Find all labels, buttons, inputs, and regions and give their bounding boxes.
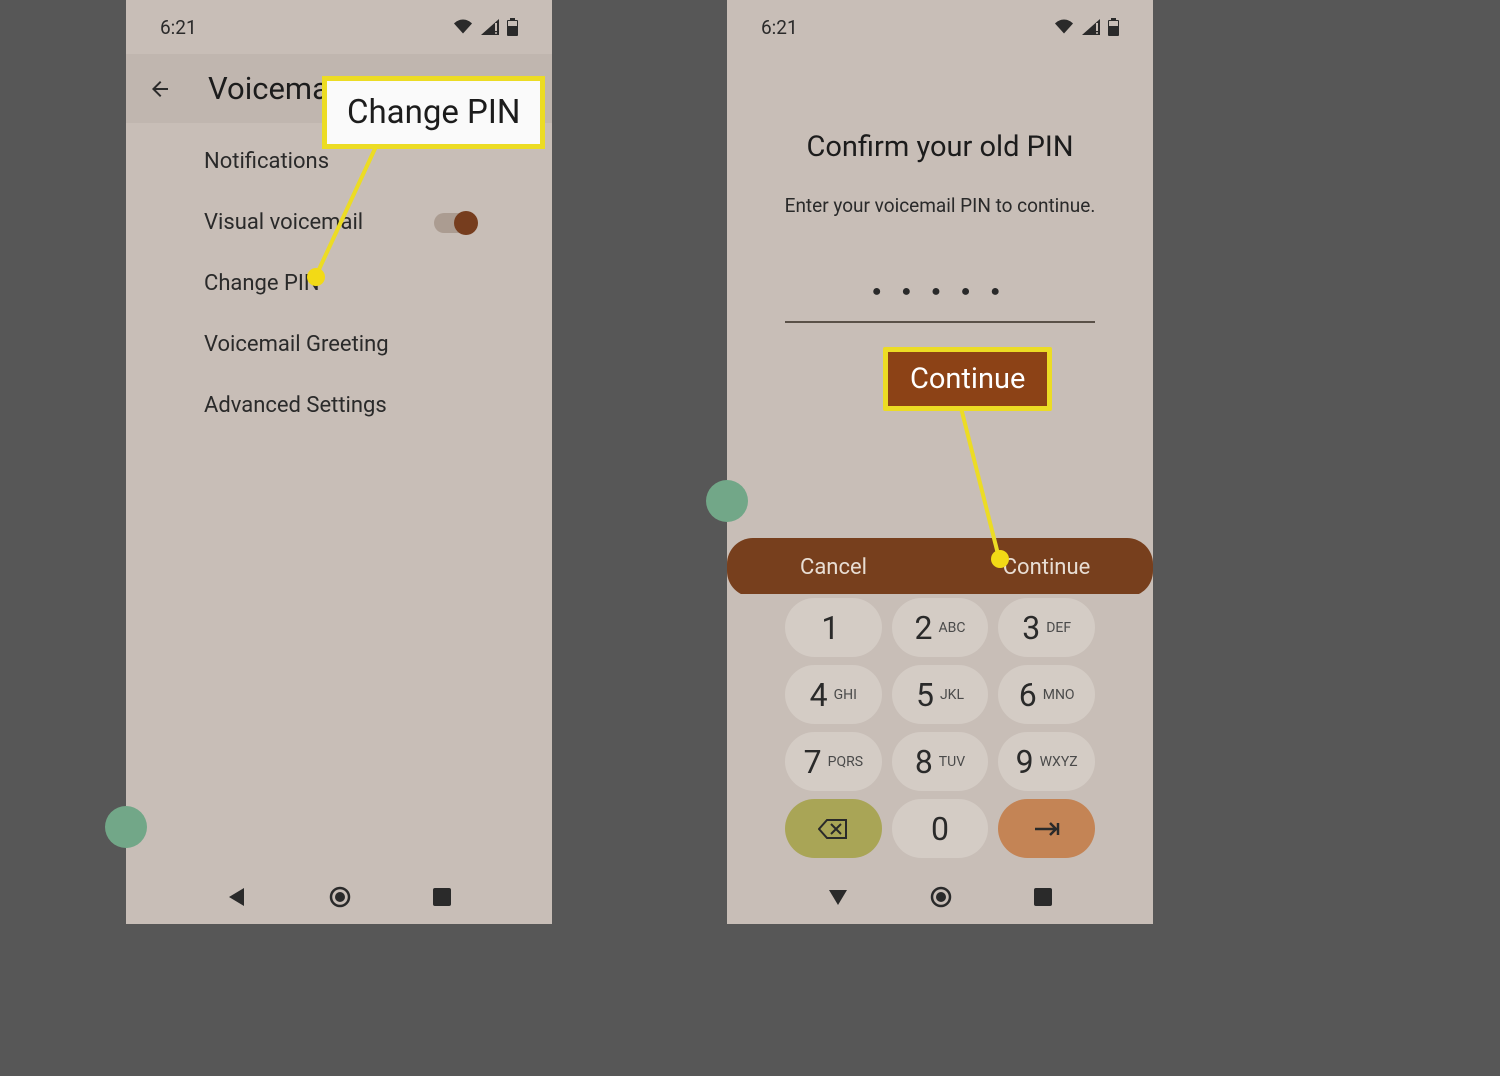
callout-continue: Continue: [883, 347, 1052, 411]
callout-label: Change PIN: [347, 93, 520, 132]
keypad-0[interactable]: 0: [892, 799, 989, 858]
keypad-9[interactable]: 9WXYZ: [998, 732, 1095, 791]
nav-home-icon[interactable]: [930, 886, 952, 908]
callout-dot: [991, 550, 1009, 568]
nav-back-icon[interactable]: [226, 886, 248, 908]
assistant-bubble-icon: [105, 806, 147, 848]
keypad-backspace[interactable]: [785, 799, 882, 858]
nav-home-icon[interactable]: [329, 886, 351, 908]
enter-icon: [1033, 821, 1061, 837]
callout-change-pin: Change PIN: [322, 76, 545, 149]
nav-recent-icon[interactable]: [1033, 887, 1053, 907]
backspace-icon: [818, 818, 848, 840]
android-nav-bar: [727, 870, 1153, 924]
android-nav-bar: [126, 870, 552, 924]
nav-back-icon[interactable]: [827, 888, 849, 906]
keypad-7[interactable]: 7PQRS: [785, 732, 882, 791]
callout-dot: [307, 268, 325, 286]
callout-label: Continue: [910, 362, 1025, 396]
nav-recent-icon[interactable]: [432, 887, 452, 907]
keypad-8[interactable]: 8TUV: [892, 732, 989, 791]
keypad-enter[interactable]: [998, 799, 1095, 858]
